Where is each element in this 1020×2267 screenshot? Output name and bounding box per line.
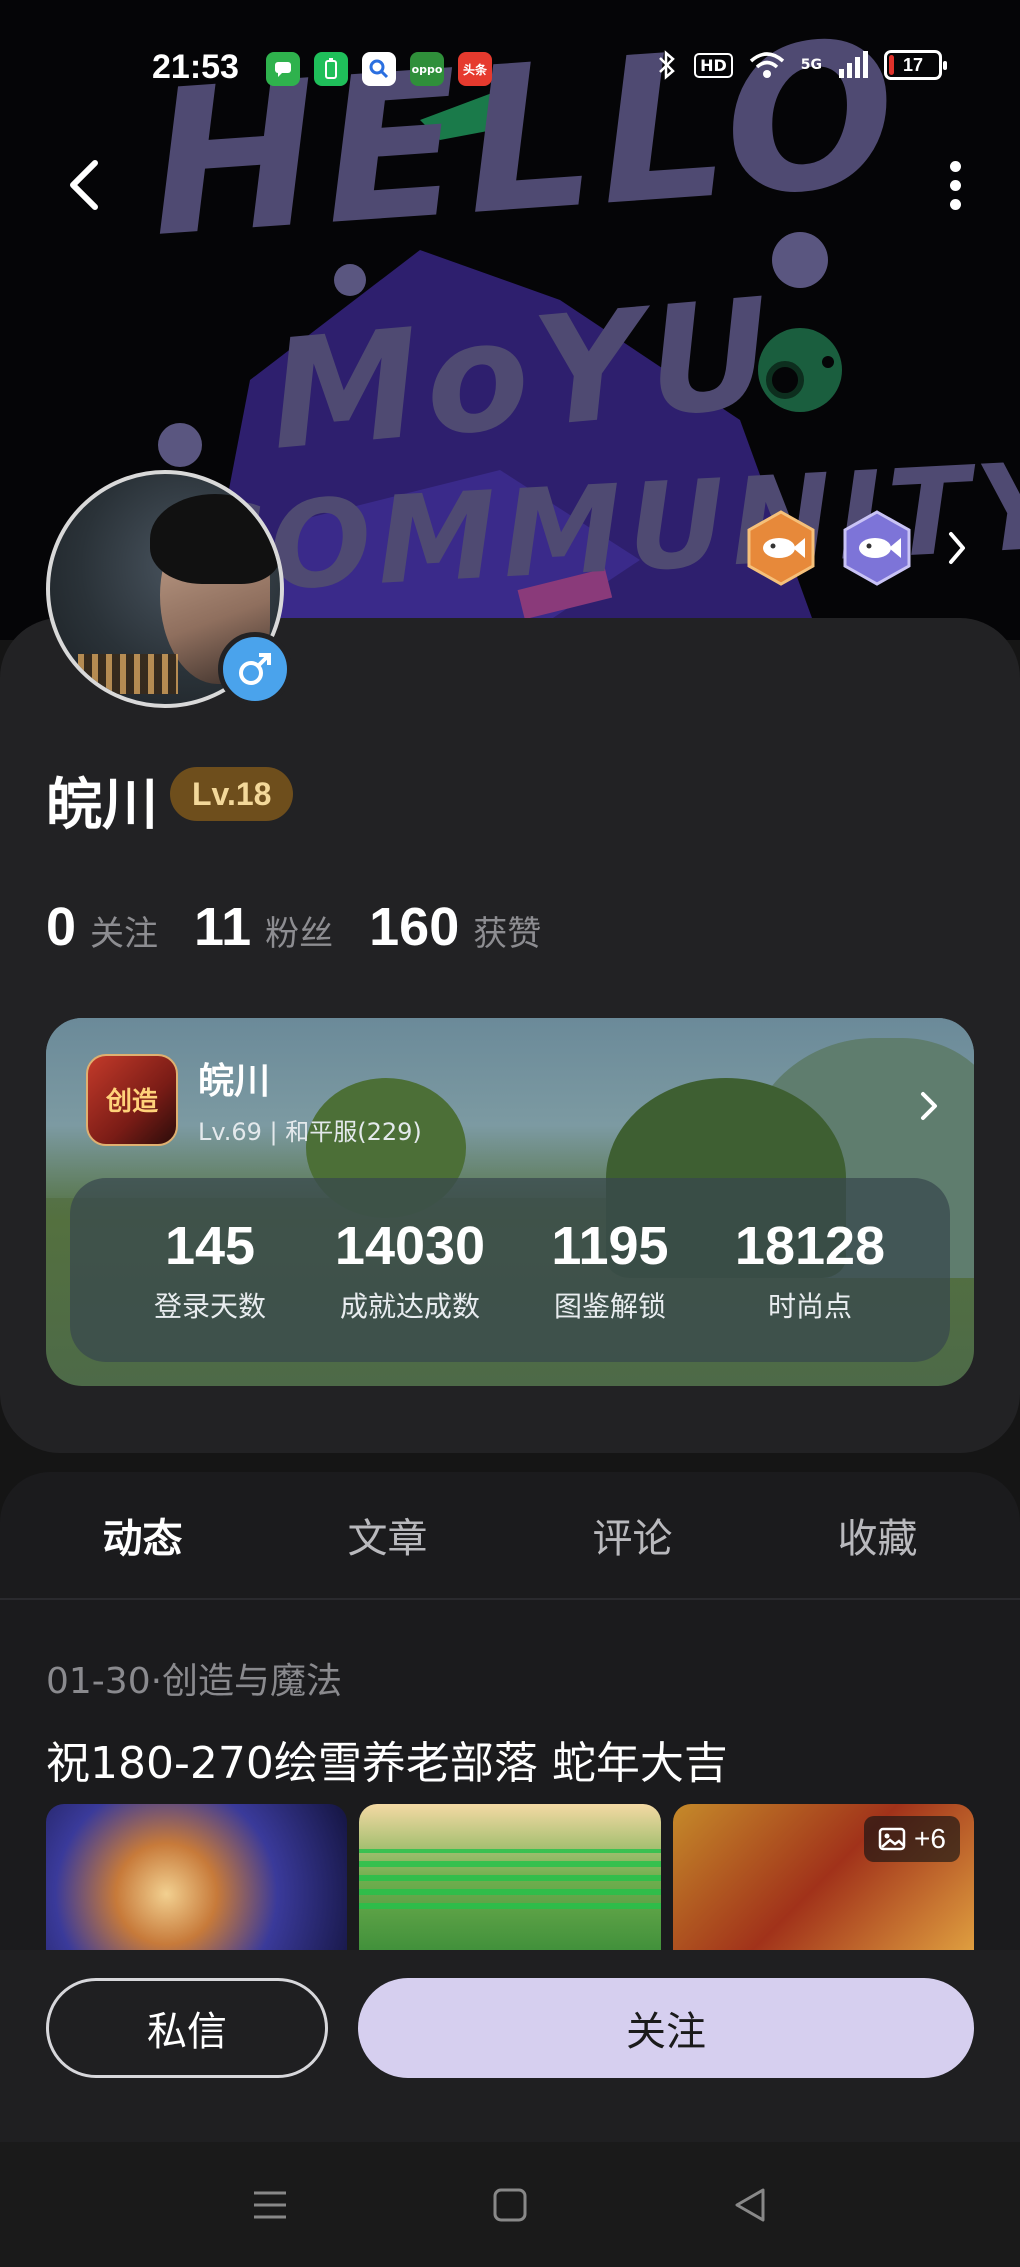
search-app-icon [362,52,396,86]
post-image[interactable] [359,1804,661,1954]
battery-percent: 17 [902,54,924,75]
game-stat-label: 登录天数 [153,1290,266,1323]
game-stat-number: 14030 [334,1216,486,1276]
post-image[interactable] [46,1804,348,1954]
image-icon [878,1827,906,1851]
game-stat-number: 1195 [551,1216,669,1276]
back-triangle-icon [735,2188,765,2221]
tab-posts[interactable]: 动态 [93,1498,193,1572]
more-dot [949,198,961,210]
messages-app-icon [266,52,300,86]
back-button[interactable] [55,150,115,220]
post-date-game: 01-30·创造与魔法 [46,1661,343,1702]
wifi-icon [749,52,784,78]
game-card-open-button[interactable] [914,1086,944,1126]
game-app-icon: 创造 [86,1053,178,1146]
medals-more-button[interactable] [937,518,977,578]
game-card-info: 皖川 Lv.69 | 和平服(229) [198,1052,422,1147]
profile-stats: 0 关注 11 粉丝 160 获赞 [46,896,541,958]
banner-text-moyu: MoYU [263,266,784,484]
avatar-hair [150,494,280,584]
nav-home-button[interactable] [485,2180,535,2230]
status-app-icons: oppo 头条 [266,52,492,86]
more-dot [949,179,961,191]
status-indicators: HD 5G 17 [656,50,947,80]
more-options-button[interactable] [930,155,980,215]
tab-label: 评论 [592,1516,673,1562]
tab-label: 文章 [347,1516,428,1562]
profile-tabs: 动态 文章 评论 收藏 [0,1472,1020,1598]
hd-voice-icon: HD [694,52,733,78]
level-badge: Lv.18 [170,767,294,821]
game-stat-number: 18128 [734,1216,886,1276]
chevron-left-icon [70,160,98,210]
tab-label: 收藏 [837,1516,918,1562]
fish-medal-orange-icon[interactable] [745,510,817,586]
status-bar: 21:53 oppo 头条 HD 5G 17 [0,40,1020,100]
battery-app-icon [314,52,348,86]
post-title[interactable]: 祝180-270绘雪养老部落 蛇年大吉 [46,1727,728,1791]
divider [0,1598,1020,1600]
game-player-name: 皖川 [198,1061,271,1102]
game-stat-label: 时尚点 [767,1290,852,1323]
stat-followers[interactable]: 11 粉丝 [194,896,333,958]
game-stat-number: 145 [164,1216,256,1276]
menu-icon [254,2191,286,2218]
gender-male-icon [218,632,292,706]
game-profile-card[interactable]: 创造 皖川 Lv.69 | 和平服(229) 145 登录天数 14030 成就… [46,1018,974,1386]
more-images-badge: +6 [864,1816,960,1862]
fish-medal-purple-icon[interactable] [841,510,913,586]
more-images-count: +6 [914,1823,946,1854]
nav-menu-button[interactable] [245,2180,295,2230]
stat-label: 粉丝 [265,914,334,954]
chevron-right-icon [921,1092,937,1120]
message-button[interactable]: 私信 [46,1978,328,2078]
stat-following[interactable]: 0 关注 [46,896,158,958]
game-stat-label: 成就达成数 [339,1290,480,1323]
stat-number: 11 [194,897,252,957]
stat-likes: 160 获赞 [369,896,541,958]
bottom-action-bar: 私信 关注 [0,1950,1020,2142]
oppo-app-icon: oppo [410,52,444,86]
game-card-header: 创造 皖川 Lv.69 | 和平服(229) [86,1052,422,1147]
bluetooth-icon [659,50,675,80]
nav-back-button[interactable] [725,2180,775,2230]
status-time: 21:53 [152,48,239,86]
game-stat-codex: 1195 图鉴解锁 [520,1215,700,1325]
system-nav-bar [0,2142,1020,2267]
follow-button[interactable]: 关注 [358,1978,974,2078]
stat-number: 0 [46,897,77,957]
signal-icon [839,51,868,78]
battery-level [889,55,894,75]
game-stats-panel: 145 登录天数 14030 成就达成数 1195 图鉴解锁 18128 时尚点 [70,1178,950,1362]
stat-label: 获赞 [473,914,542,954]
network-type: 5G [800,57,822,73]
more-dot [949,160,961,172]
stat-number: 160 [369,897,460,957]
username: 皖川 [46,773,158,838]
post-image[interactable]: +6 [672,1804,974,1954]
stat-label: 关注 [90,914,159,954]
game-stat-login-days: 145 登录天数 [120,1215,300,1325]
tab-favorites[interactable]: 收藏 [828,1498,928,1572]
post-image-text [359,1849,661,1909]
game-stat-achievements: 14030 成就达成数 [320,1215,500,1325]
battery-icon: 17 [884,50,947,80]
post-image-grid: +6 [46,1804,974,1954]
game-stat-fashion: 18128 时尚点 [720,1215,900,1325]
tab-label: 动态 [102,1516,183,1562]
game-player-level: Lv.69 | 和平服(229) [198,1118,422,1146]
tab-comments[interactable]: 评论 [583,1498,683,1572]
game-stat-label: 图鉴解锁 [553,1290,666,1323]
home-square-icon [493,2188,527,2221]
tab-articles[interactable]: 文章 [338,1498,438,1572]
avatar-lights [78,654,178,694]
medal-badges [745,510,977,586]
chevron-right-icon [949,532,965,564]
toutiao-app-icon: 头条 [458,52,492,86]
